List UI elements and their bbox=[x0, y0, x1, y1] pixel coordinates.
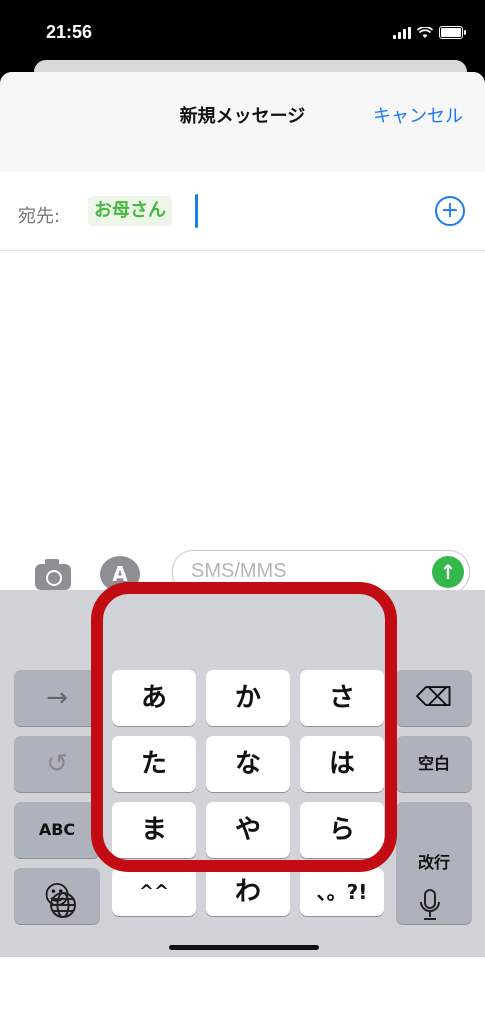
app-store-icon[interactable]: A bbox=[100, 556, 140, 592]
kaomoji-key[interactable]: ^^ bbox=[112, 868, 196, 916]
message-input[interactable]: SMS/MMS ↑ bbox=[172, 550, 470, 594]
text-cursor bbox=[195, 194, 198, 228]
arrow-key[interactable]: → bbox=[14, 670, 100, 726]
mic-icon[interactable] bbox=[418, 888, 442, 922]
delete-key[interactable]: ⌫ bbox=[396, 670, 472, 726]
kana-key-sa[interactable]: さ bbox=[300, 670, 384, 726]
recipient-label: 宛先: bbox=[18, 206, 61, 227]
globe-icon[interactable] bbox=[48, 890, 78, 920]
kana-key-ha[interactable]: は bbox=[300, 736, 384, 792]
keyboard: → ↺ ABC ☺ あ か さ た な は ま や ら ^^ わ 、。?! ⌫ … bbox=[0, 590, 485, 957]
message-placeholder: SMS/MMS bbox=[191, 560, 287, 582]
kana-key-ta[interactable]: た bbox=[112, 736, 196, 792]
navigation-bar: 新規メッセージ キャンセル bbox=[0, 72, 485, 172]
recipient-row[interactable]: 宛先: お母さん + bbox=[0, 172, 485, 251]
space-key[interactable]: 空白 bbox=[396, 736, 472, 792]
camera-icon[interactable] bbox=[35, 559, 71, 590]
kana-key-ma[interactable]: ま bbox=[112, 802, 196, 858]
cancel-button[interactable]: キャンセル bbox=[373, 102, 463, 128]
wifi-icon bbox=[417, 26, 433, 38]
undo-key[interactable]: ↺ bbox=[14, 736, 100, 792]
kana-key-na[interactable]: な bbox=[206, 736, 290, 792]
kana-key-a[interactable]: あ bbox=[112, 670, 196, 726]
delete-icon: ⌫ bbox=[415, 683, 453, 713]
home-indicator bbox=[169, 945, 319, 950]
punctuation-key[interactable]: 、。?! bbox=[300, 868, 384, 916]
battery-icon bbox=[439, 26, 466, 39]
status-icons bbox=[393, 26, 466, 39]
clock: 21:56 bbox=[46, 22, 93, 42]
kana-key-ya[interactable]: や bbox=[206, 802, 290, 858]
recipient-chip[interactable]: お母さん bbox=[88, 196, 172, 226]
status-bar: 21:56 bbox=[0, 0, 485, 64]
abc-key[interactable]: ABC bbox=[14, 802, 100, 858]
signal-icon bbox=[393, 26, 411, 39]
add-contact-icon[interactable]: + bbox=[435, 196, 465, 226]
send-icon[interactable]: ↑ bbox=[432, 556, 464, 588]
kana-key-ka[interactable]: か bbox=[206, 670, 290, 726]
kana-key-wa[interactable]: わ bbox=[206, 868, 290, 916]
kana-key-ra[interactable]: ら bbox=[300, 802, 384, 858]
